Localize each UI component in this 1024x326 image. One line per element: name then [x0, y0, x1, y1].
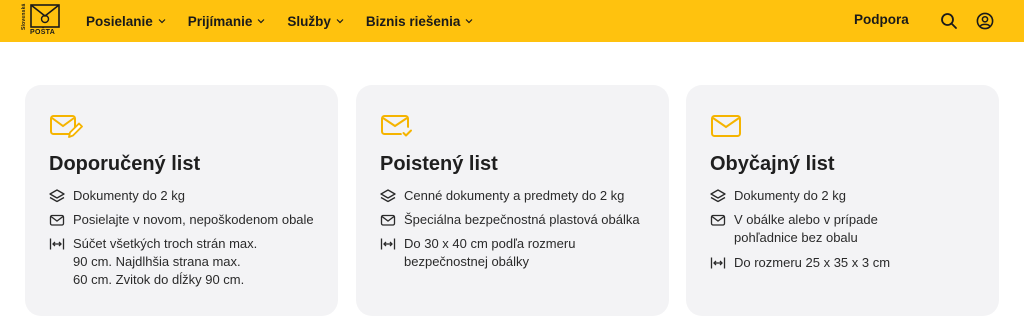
chevron-down-icon: [336, 19, 344, 24]
nav-item-sluzby[interactable]: Služby: [287, 14, 344, 29]
feature-packaging: Špeciálna bezpečnostná plastová obálka: [380, 211, 640, 229]
top-navigation-bar: Slovenská POŠTA Posielanie Prijímanie Sl…: [0, 0, 1024, 42]
logo-vertical-text: Slovenská: [21, 3, 27, 30]
feature-weight: Dokumenty do 2 kg: [710, 187, 846, 205]
feature-text-line: bezpečnostnej obálky: [404, 254, 530, 269]
feature-packaging: V obálke alebo v prípade pohľadnice bez …: [710, 211, 878, 247]
chevron-down-icon: [257, 19, 265, 24]
envelope-check-icon: [381, 115, 413, 139]
slovenska-posta-logo[interactable]: Slovenská POŠTA: [21, 3, 62, 38]
feature-text: Súčet všetkých troch strán max. 90 cm. N…: [73, 235, 257, 289]
feature-weight: Dokumenty do 2 kg: [49, 187, 185, 205]
card-title: Poistený list: [380, 153, 498, 175]
layers-icon: [49, 189, 65, 203]
dimensions-icon: [380, 238, 396, 250]
chevron-down-icon: [158, 19, 166, 24]
feature-text: Cenné dokumenty a predmety do 2 kg: [404, 188, 625, 203]
dimensions-icon: [49, 238, 65, 250]
product-card-doporuceny-list[interactable]: Doporučený list Dokumenty do 2 kg Posiel…: [25, 85, 338, 316]
product-card-obycajny-list[interactable]: Obyčajný list Dokumenty do 2 kg V obálke…: [686, 85, 999, 316]
nav-item-prijimanie[interactable]: Prijímanie: [188, 14, 266, 29]
main-navigation: Posielanie Prijímanie Služby Biznis rieš…: [86, 0, 495, 42]
feature-weight: Cenné dokumenty a predmety do 2 kg: [380, 187, 624, 205]
chevron-down-icon: [465, 19, 473, 24]
support-link[interactable]: Podpora: [854, 12, 909, 27]
feature-dimensions: Súčet všetkých troch strán max. 90 cm. N…: [49, 235, 257, 289]
feature-text: Do 30 x 40 cm podľa rozmeru bezpečnostne…: [404, 235, 575, 271]
feature-text-line: 90 cm. Najdlhšia strana max.: [73, 254, 241, 269]
search-button[interactable]: [939, 11, 959, 31]
layers-icon: [380, 189, 396, 203]
feature-text-line: pohľadnice bez obalu: [734, 230, 858, 245]
nav-item-label: Biznis riešenia: [365, 13, 461, 29]
envelope-icon: [380, 214, 396, 226]
envelope-icon: [711, 115, 741, 137]
feature-text: Do rozmeru 25 x 35 x 3 cm: [734, 255, 891, 270]
nav-item-posielanie[interactable]: Posielanie: [86, 14, 166, 29]
envelope-pencil-icon: [50, 115, 83, 138]
feature-text: Posielajte v novom, nepoškodenom obale: [73, 212, 314, 227]
feature-text: Špeciálna bezpečnostná plastová obálka: [404, 212, 640, 227]
envelope-icon: [710, 214, 726, 226]
feature-text: V obálke alebo v prípade pohľadnice bez …: [734, 211, 878, 247]
feature-dimensions: Do 30 x 40 cm podľa rozmeru bezpečnostne…: [380, 235, 575, 271]
nav-item-label: Posielanie: [86, 13, 153, 29]
feature-dimensions: Do rozmeru 25 x 35 x 3 cm: [710, 254, 890, 272]
card-title: Obyčajný list: [710, 153, 835, 175]
product-card-poisteny-list[interactable]: Poistený list Cenné dokumenty a predmety…: [356, 85, 669, 316]
feature-text: Dokumenty do 2 kg: [73, 188, 186, 203]
search-icon: [941, 13, 957, 29]
account-button[interactable]: [975, 11, 995, 31]
feature-text-line: V obálke alebo v prípade: [734, 212, 878, 227]
nav-item-label: Služby: [287, 13, 331, 29]
envelope-icon: [49, 214, 65, 226]
feature-text-line: 60 cm. Zvitok do dĺžky 90 cm.: [73, 272, 245, 287]
feature-text: Dokumenty do 2 kg: [734, 188, 847, 203]
user-icon: [976, 12, 994, 30]
feature-text-line: Súčet všetkých troch strán max.: [73, 236, 258, 251]
logo-text: POŠTA: [30, 29, 56, 36]
nav-item-label: Prijímanie: [187, 13, 253, 29]
dimensions-icon: [710, 257, 726, 269]
feature-packaging: Posielajte v novom, nepoškodenom obale: [49, 211, 314, 229]
post-horn-logo-icon: [30, 4, 60, 28]
card-title: Doporučený list: [49, 153, 201, 175]
nav-item-biznis-riesenia[interactable]: Biznis riešenia: [366, 14, 474, 29]
layers-icon: [710, 189, 726, 203]
feature-text-line: Do 30 x 40 cm podľa rozmeru: [404, 236, 576, 251]
